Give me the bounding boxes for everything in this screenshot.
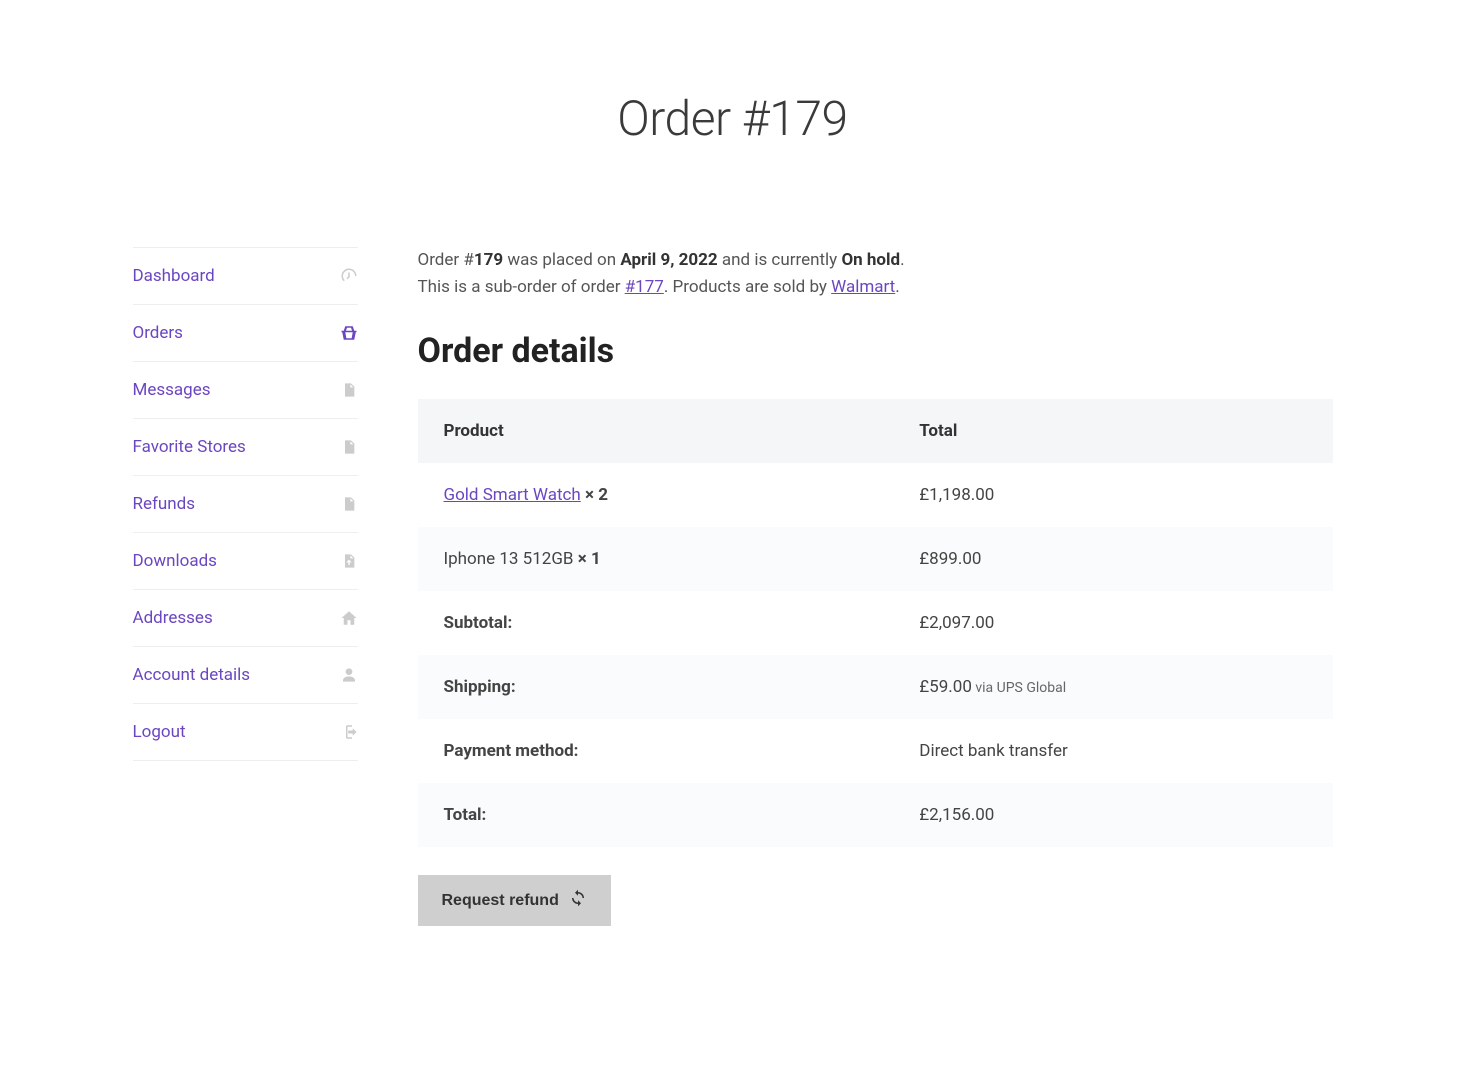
payment-value: Direct bank transfer — [893, 719, 1332, 783]
product-qty: × 2 — [581, 485, 608, 505]
sidebar-item-label: Addresses — [133, 608, 213, 628]
total-value: £2,156.00 — [893, 783, 1332, 847]
main-content: Order #179 was placed on April 9, 2022 a… — [418, 247, 1333, 926]
product-total: £899.00 — [893, 527, 1332, 591]
file-download-icon — [340, 552, 358, 570]
suborder-prefix: This is a sub-order of order — [418, 277, 625, 297]
sidebar-item-account-details[interactable]: Account details — [133, 646, 358, 703]
shipping-label: Shipping: — [418, 655, 894, 719]
sidebar-item-label: Logout — [133, 722, 186, 742]
product-cell: Iphone 13 512GB × 1 — [418, 527, 894, 591]
total-label: Total: — [418, 783, 894, 847]
table-row: Iphone 13 512GB × 1 £899.00 — [418, 527, 1333, 591]
gauge-icon — [340, 267, 358, 285]
col-total: Total — [893, 399, 1332, 463]
sidebar-item-label: Dashboard — [133, 266, 215, 286]
table-row: Gold Smart Watch × 2 £1,198.00 — [418, 463, 1333, 527]
content-container: Dashboard Orders Messages Favorite Store… — [113, 247, 1353, 926]
subtotal-value: £2,097.00 — [893, 591, 1332, 655]
payment-label: Payment method: — [418, 719, 894, 783]
logout-icon — [340, 723, 358, 741]
user-icon — [340, 666, 358, 684]
shipping-via: via UPS Global — [972, 680, 1066, 696]
period2: . — [895, 277, 899, 297]
order-details-table: Product Total Gold Smart Watch × 2 £1,19… — [418, 399, 1333, 847]
sidebar-item-favorite-stores[interactable]: Favorite Stores — [133, 418, 358, 475]
col-product: Product — [418, 399, 894, 463]
request-refund-button[interactable]: Request refund — [418, 875, 611, 926]
sidebar-item-logout[interactable]: Logout — [133, 703, 358, 761]
placed-text: was placed on — [503, 250, 620, 270]
sidebar-item-messages[interactable]: Messages — [133, 361, 358, 418]
file-icon — [340, 438, 358, 456]
sidebar-item-label: Account details — [133, 665, 251, 685]
parent-order-link[interactable]: #177 — [625, 277, 664, 297]
refresh-icon — [569, 889, 587, 912]
sidebar-item-label: Favorite Stores — [133, 437, 246, 457]
home-icon — [340, 609, 358, 627]
sidebar-item-orders[interactable]: Orders — [133, 304, 358, 361]
sidebar-item-dashboard[interactable]: Dashboard — [133, 247, 358, 304]
sidebar-item-label: Orders — [133, 323, 183, 343]
sidebar-item-label: Refunds — [133, 494, 196, 514]
sidebar-item-downloads[interactable]: Downloads — [133, 532, 358, 589]
sidebar-item-label: Downloads — [133, 551, 217, 571]
page-title: Order #179 — [0, 90, 1465, 147]
table-row: Payment method: Direct bank transfer — [418, 719, 1333, 783]
order-status: On hold — [841, 250, 900, 270]
table-header-row: Product Total — [418, 399, 1333, 463]
basket-icon — [340, 324, 358, 342]
product-qty: × 1 — [574, 549, 601, 569]
sidebar-item-refunds[interactable]: Refunds — [133, 475, 358, 532]
table-row: Subtotal: £2,097.00 — [418, 591, 1333, 655]
sidebar-item-addresses[interactable]: Addresses — [133, 589, 358, 646]
sold-by-prefix: . Products are sold by — [664, 277, 831, 297]
table-row: Shipping: £59.00 via UPS Global — [418, 655, 1333, 719]
sidebar-item-label: Messages — [133, 380, 211, 400]
order-summary-text: Order #179 was placed on April 9, 2022 a… — [418, 247, 1333, 301]
shipping-value: £59.00 via UPS Global — [893, 655, 1332, 719]
vendor-link[interactable]: Walmart — [831, 277, 895, 297]
account-sidebar: Dashboard Orders Messages Favorite Store… — [133, 247, 358, 926]
refund-button-label: Request refund — [442, 892, 559, 910]
product-link[interactable]: Gold Smart Watch — [444, 485, 581, 505]
period: . — [900, 250, 904, 270]
file-icon — [340, 381, 358, 399]
file-icon — [340, 495, 358, 513]
product-total: £1,198.00 — [893, 463, 1332, 527]
product-name: Iphone 13 512GB — [444, 549, 574, 569]
order-details-heading: Order details — [418, 331, 1333, 371]
subtotal-label: Subtotal: — [418, 591, 894, 655]
status-text: and is currently — [718, 250, 842, 270]
product-cell: Gold Smart Watch × 2 — [418, 463, 894, 527]
order-prefix: Order # — [418, 250, 474, 270]
table-row: Total: £2,156.00 — [418, 783, 1333, 847]
order-number: 179 — [474, 250, 503, 270]
order-date: April 9, 2022 — [620, 250, 717, 270]
